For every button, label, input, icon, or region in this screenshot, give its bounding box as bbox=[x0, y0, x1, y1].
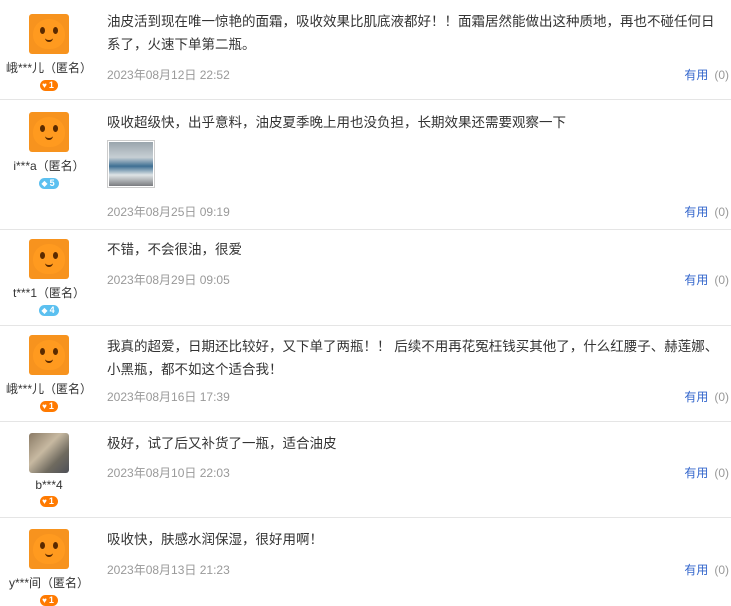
useful-label[interactable]: 有用 bbox=[684, 68, 708, 82]
reviewer-name: 峨***儿（匿名） bbox=[5, 382, 92, 396]
review-content: 我真的超爱，日期还比较好，又下单了两瓶！！ 后续不用再花冤枉钱买其他了，什么红腰… bbox=[107, 335, 731, 381]
review-item: i***a（匿名） ◆ 5 吸收超级快，出乎意料，油皮夏季晚上用也没负担，长期效果… bbox=[0, 100, 731, 230]
review-content: 不错，不会很油，很爱 bbox=[107, 238, 731, 261]
review-date: 2023年08月12日 22:52 bbox=[107, 68, 230, 82]
review-date: 2023年08月13日 21:23 bbox=[107, 563, 230, 577]
review-text: 我真的超爱，日期还比较好，又下单了两瓶！！ 后续不用再花冤枉钱买其他了，什么红腰… bbox=[107, 339, 719, 377]
diamond-icon: ◆ bbox=[41, 306, 48, 315]
avatar bbox=[29, 14, 69, 54]
useful-count: (0) bbox=[714, 390, 729, 404]
reviewer-info: b***4 ♥ 1 bbox=[0, 433, 98, 507]
reviewer-name: 峨***儿（匿名） bbox=[5, 61, 92, 75]
useful-button[interactable]: 有用 (0) bbox=[684, 561, 729, 578]
review-text: 油皮活到现在唯一惊艳的面霜，吸收效果比肌底液都好！！面霜居然能做出这种质地，再也… bbox=[107, 14, 715, 52]
useful-label[interactable]: 有用 bbox=[684, 563, 708, 577]
reviewer-info: y***间（匿名） ♥ 1 bbox=[0, 529, 98, 606]
reviewer-name: y***间（匿名） bbox=[8, 576, 89, 590]
reviewer-info: 峨***儿（匿名） ♥ 1 bbox=[0, 335, 98, 412]
useful-button[interactable]: 有用 (0) bbox=[684, 388, 729, 405]
reviewer-info: 峨***儿（匿名） ♥ 1 bbox=[0, 14, 98, 91]
heart-icon: ♥ bbox=[42, 497, 47, 506]
useful-button[interactable]: 有用 (0) bbox=[684, 66, 729, 83]
avatar bbox=[29, 529, 69, 569]
review-date: 2023年08月25日 09:19 bbox=[107, 205, 230, 219]
review-text: 吸收超级快，出乎意料，油皮夏季晚上用也没负担，长期效果还需要观察一下 bbox=[107, 115, 566, 130]
review-item: 峨***儿（匿名） ♥ 1 油皮活到现在唯一惊艳的面霜，吸收效果比肌底液都好！！面… bbox=[0, 0, 731, 100]
review-text: 吸收快，肤感水润保湿，很好用啊！ bbox=[107, 532, 323, 547]
review-date: 2023年08月16日 17:39 bbox=[107, 390, 230, 404]
heart-icon: ♥ bbox=[42, 402, 47, 411]
heart-icon: ♥ bbox=[42, 81, 47, 90]
useful-count: (0) bbox=[714, 466, 729, 480]
review-item: y***间（匿名） ♥ 1 吸收快，肤感水润保湿，很好用啊！ 2023年08月13… bbox=[0, 518, 731, 606]
review-item: 峨***儿（匿名） ♥ 1 我真的超爱，日期还比较好，又下单了两瓶！！ 后续不用再… bbox=[0, 326, 731, 422]
useful-label[interactable]: 有用 bbox=[684, 390, 708, 404]
member-level-badge: ◆ 4 bbox=[39, 305, 59, 316]
useful-count: (0) bbox=[714, 563, 729, 577]
review-item: b***4 ♥ 1 极好，试了后又补货了一瓶，适合油皮 2023年08月10日 2… bbox=[0, 422, 731, 518]
useful-count: (0) bbox=[714, 273, 729, 287]
useful-count: (0) bbox=[714, 68, 729, 82]
reviewer-name: b***4 bbox=[35, 478, 63, 492]
photo-image bbox=[109, 142, 153, 186]
useful-button[interactable]: 有用 (0) bbox=[684, 203, 729, 220]
useful-count: (0) bbox=[714, 205, 729, 219]
useful-button[interactable]: 有用 (0) bbox=[684, 464, 729, 481]
useful-label[interactable]: 有用 bbox=[684, 273, 708, 287]
avatar bbox=[29, 239, 69, 279]
review-item: t***1（匿名） ◆ 4 不错，不会很油，很爱 2023年08月29日 09:0… bbox=[0, 230, 731, 326]
avatar bbox=[29, 112, 69, 152]
review-content: 吸收超级快，出乎意料，油皮夏季晚上用也没负担，长期效果还需要观察一下 bbox=[107, 111, 731, 188]
avatar bbox=[29, 433, 69, 473]
useful-label[interactable]: 有用 bbox=[684, 205, 708, 219]
review-text: 极好，试了后又补货了一瓶，适合油皮 bbox=[107, 436, 337, 451]
review-content: 极好，试了后又补货了一瓶，适合油皮 bbox=[107, 432, 731, 455]
member-level-badge: ◆ 5 bbox=[39, 178, 59, 189]
useful-label[interactable]: 有用 bbox=[684, 466, 708, 480]
review-content: 吸收快，肤感水润保湿，很好用啊！ bbox=[107, 528, 731, 551]
reviewer-name: i***a（匿名） bbox=[13, 159, 85, 173]
member-level-badge: ♥ 1 bbox=[40, 401, 58, 412]
reviewer-info: i***a（匿名） ◆ 5 bbox=[0, 112, 98, 189]
review-date: 2023年08月10日 22:03 bbox=[107, 466, 230, 480]
member-level-badge: ♥ 1 bbox=[40, 496, 58, 507]
reviewer-name: t***1（匿名） bbox=[12, 286, 86, 300]
review-date: 2023年08月29日 09:05 bbox=[107, 273, 230, 287]
member-level-badge: ♥ 1 bbox=[40, 80, 58, 91]
reviewer-info: t***1（匿名） ◆ 4 bbox=[0, 239, 98, 316]
useful-button[interactable]: 有用 (0) bbox=[684, 271, 729, 288]
review-text: 不错，不会很油，很爱 bbox=[107, 242, 242, 257]
review-photo-thumbnail[interactable] bbox=[107, 140, 155, 188]
member-level-badge: ♥ 1 bbox=[40, 595, 58, 606]
heart-icon: ♥ bbox=[42, 596, 47, 605]
diamond-icon: ◆ bbox=[41, 179, 48, 188]
avatar bbox=[29, 335, 69, 375]
review-content: 油皮活到现在唯一惊艳的面霜，吸收效果比肌底液都好！！面霜居然能做出这种质地，再也… bbox=[107, 10, 731, 56]
